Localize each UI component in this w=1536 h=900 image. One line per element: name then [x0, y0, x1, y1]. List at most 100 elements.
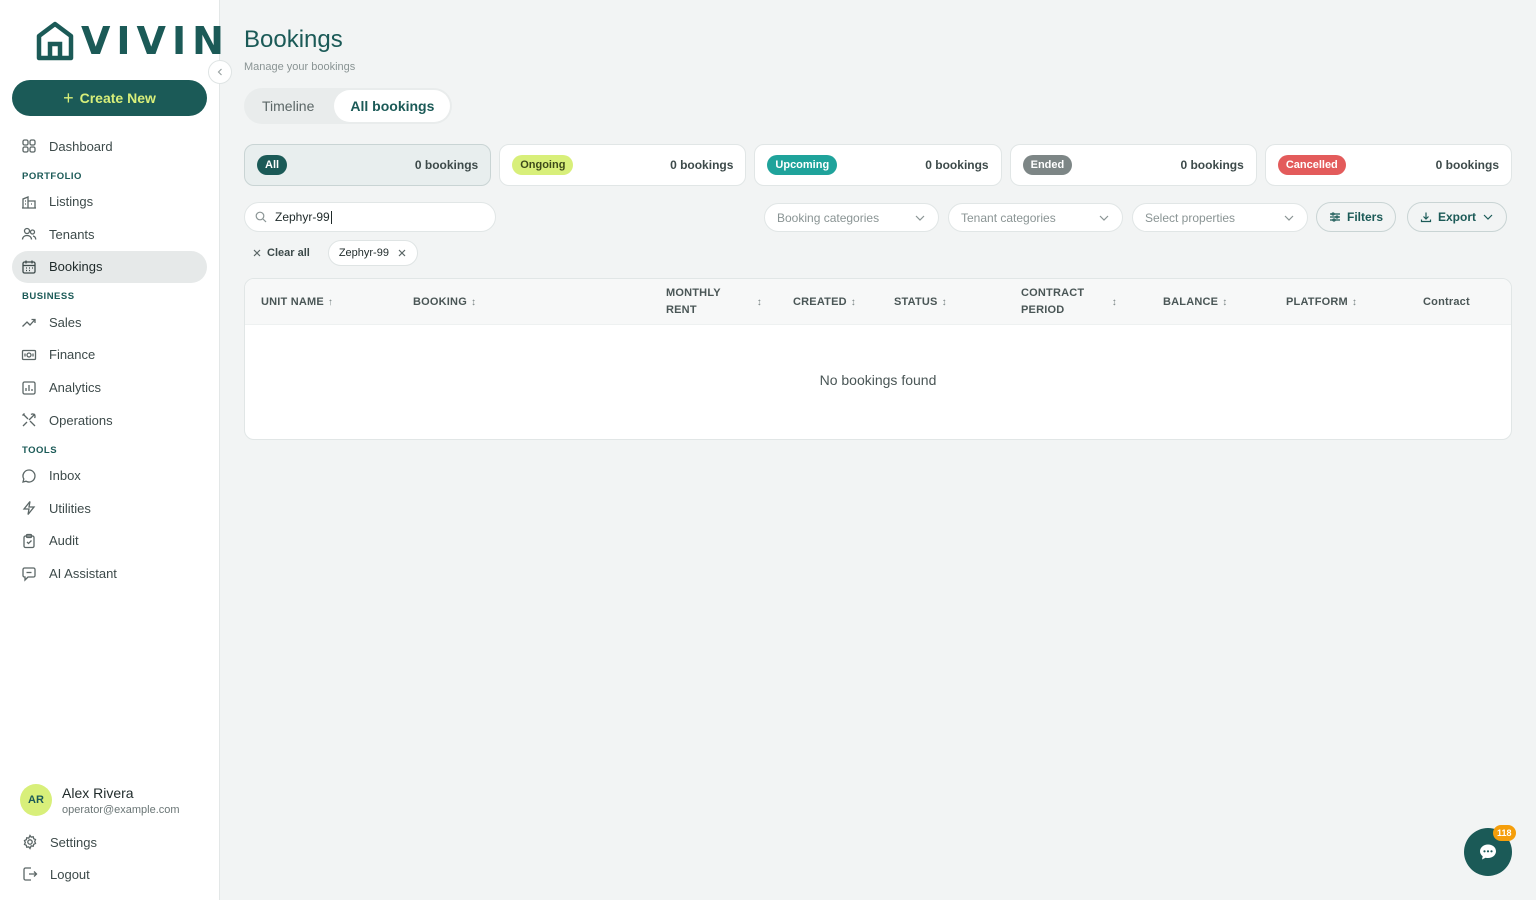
filter-chip[interactable]: Zephyr-99 [327, 240, 418, 266]
column-header-platform[interactable]: PLATFORM ↕ [1286, 279, 1357, 325]
sidebar-item-ai-assistant[interactable]: AI Assistant [12, 558, 207, 590]
select-placeholder: Select properties [1145, 210, 1236, 225]
status-pill-upcoming: Upcoming [767, 155, 838, 175]
column-header-balance[interactable]: BALANCE ↕ [1163, 279, 1227, 325]
sort-icon: ↕ [756, 296, 762, 308]
search-icon [255, 211, 267, 223]
sidebar-item-label: Tenants [49, 226, 95, 242]
sidebar-item-analytics[interactable]: Analytics [12, 372, 207, 404]
settings-link[interactable]: Settings [22, 834, 97, 850]
sidebar-item-dashboard[interactable]: Dashboard [12, 130, 207, 162]
gear-icon [23, 834, 37, 850]
sort-icon: ↕ [1111, 296, 1117, 308]
sidebar-item-label: Operations [49, 412, 113, 428]
sidebar-item-label: Audit [49, 533, 79, 549]
status-card-cancelled[interactable]: Cancelled 0 bookings [1264, 144, 1513, 186]
house-logo-icon [36, 21, 74, 61]
sidebar-item-sales[interactable]: Sales [12, 306, 207, 338]
logout-link[interactable]: Logout [22, 866, 90, 882]
sort-icon: ↕ [850, 296, 856, 308]
export-button[interactable]: Export [1407, 202, 1508, 232]
tab-all-bookings[interactable]: All bookings [334, 90, 451, 122]
sidebar-item-inbox[interactable]: Inbox [12, 460, 207, 492]
create-new-button[interactable]: + Create New [12, 80, 207, 116]
status-card-upcoming[interactable]: Upcoming 0 bookings [754, 144, 1002, 186]
select-placeholder: Tenant categories [961, 210, 1056, 225]
column-label: MONTHLY [666, 287, 721, 299]
column-label: CREATED [793, 295, 847, 308]
sidebar-nav: Dashboard PORTFOLIO Listings Tenants Boo… [12, 130, 207, 590]
sidebar-item-listings[interactable]: Listings [12, 186, 207, 218]
user-profile[interactable]: AR Alex Rivera operator@example.com [20, 784, 180, 816]
sidebar-item-bookings[interactable]: Bookings [12, 250, 207, 283]
column-header-created[interactable]: CREATED ↕ [793, 279, 856, 325]
logo-text: VIVIN [81, 19, 230, 63]
sidebar-item-label: Dashboard [49, 138, 113, 154]
sidebar-item-label: Analytics [49, 380, 102, 396]
close-icon[interactable] [397, 248, 407, 258]
sort-icon: ↕ [1351, 296, 1358, 308]
search-value: Zephyr-99 [275, 209, 330, 224]
booking-categories-select[interactable]: Booking categories [764, 203, 939, 232]
status-card-all[interactable]: All 0 bookings [244, 144, 492, 186]
page-subtitle: Manage your bookings [244, 61, 356, 73]
tab-timeline[interactable]: Timeline [246, 90, 330, 122]
logout-label: Logout [50, 866, 90, 882]
sidebar-item-audit[interactable]: Audit [12, 525, 207, 557]
filters-button[interactable]: Filters [1316, 202, 1397, 232]
clipboard-icon [23, 533, 35, 549]
sidebar-item-finance[interactable]: Finance [12, 339, 207, 371]
status-card-ongoing[interactable]: Ongoing 0 bookings [499, 144, 747, 186]
column-label: BALANCE [1163, 295, 1219, 308]
section-title-tools: TOOLS [22, 444, 58, 456]
column-header-contract-period[interactable]: CONTRACT PERIOD ↕ [1021, 279, 1117, 325]
status-pill-ended: Ended [1022, 155, 1073, 175]
users-icon [21, 228, 37, 240]
status-count: 0 bookings [1180, 158, 1244, 172]
sidebar-item-label: Finance [49, 347, 96, 363]
sidebar-item-utilities[interactable]: Utilities [12, 492, 207, 524]
chevron-down-icon [1483, 214, 1493, 220]
column-header-booking[interactable]: BOOKING ↕ [413, 279, 476, 325]
status-pill-cancelled: Cancelled [1277, 155, 1346, 175]
chevron-down-icon [915, 215, 925, 221]
create-new-label: Create New [79, 90, 156, 106]
column-header-status[interactable]: STATUS ↕ [894, 279, 947, 325]
sidebar-item-label: Listings [49, 194, 94, 210]
page-title: Bookings [244, 26, 343, 53]
sidebar-item-label: Sales [49, 314, 82, 330]
status-pill-all: All [257, 155, 288, 175]
sidebar-item-label: Utilities [49, 500, 91, 516]
clear-all-button[interactable]: Clear all [244, 240, 318, 266]
filters-label: Filters [1347, 210, 1384, 224]
status-card-ended[interactable]: Ended 0 bookings [1009, 144, 1257, 186]
avatar: AR [20, 784, 52, 816]
sidebar-collapse-button[interactable] [208, 60, 232, 84]
text-caret [330, 211, 332, 225]
select-placeholder: Booking categories [777, 210, 880, 225]
export-label: Export [1438, 210, 1477, 224]
chevron-down-icon [1284, 215, 1294, 221]
column-label: RENT [666, 304, 697, 316]
chat-icon [1480, 844, 1496, 860]
column-header-monthly-rent[interactable]: MONTHLY RENT ↕ [666, 279, 762, 325]
sidebar-item-operations[interactable]: Operations [12, 404, 207, 436]
column-label: BOOKING [413, 295, 467, 308]
select-properties-select[interactable]: Select properties [1132, 203, 1308, 232]
user-email: operator@example.com [62, 803, 180, 816]
status-count: 0 bookings [1435, 158, 1500, 172]
plus-icon: + [63, 87, 74, 108]
building-icon [22, 195, 36, 209]
tenant-categories-select[interactable]: Tenant categories [948, 203, 1123, 232]
chevron-down-icon [1099, 215, 1109, 221]
status-count: 0 bookings [925, 158, 989, 172]
logo[interactable]: VIVIN [35, 20, 230, 62]
status-cards: All 0 bookings Ongoing 0 bookings Upcomi… [244, 144, 1513, 186]
column-label: UNIT NAME [261, 295, 324, 308]
clear-all-label: Clear all [267, 247, 310, 259]
status-count: 0 bookings [414, 158, 479, 172]
sidebar-item-tenants[interactable]: Tenants [12, 218, 207, 250]
column-header-unit-name[interactable]: UNIT NAME ↑ [261, 279, 333, 325]
search-input[interactable]: Zephyr-99 [244, 202, 496, 232]
section-title-business: BUSINESS [22, 291, 75, 303]
